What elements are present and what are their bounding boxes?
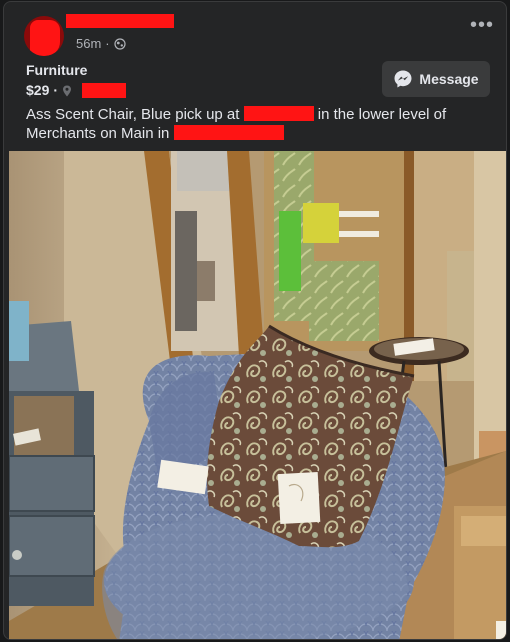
post-meta: 56m · bbox=[76, 36, 126, 51]
message-button-label: Message bbox=[419, 71, 479, 87]
price-location-row: $29 · bbox=[26, 82, 127, 98]
city-redaction bbox=[173, 125, 284, 140]
messenger-icon bbox=[393, 69, 413, 89]
listing-description: Ass Scent Chair, Blue pick up at in the … bbox=[26, 105, 486, 143]
location-redaction bbox=[82, 82, 127, 98]
chair-photo-illustration bbox=[9, 151, 506, 639]
marketplace-post-card: 56m · ••• Furniture $29 · Message Ass Sc… bbox=[3, 1, 507, 640]
map-pin-icon bbox=[62, 84, 72, 97]
description-text-1: Ass Scent Chair, Blue pick up at bbox=[26, 106, 244, 123]
pickup-location-redaction bbox=[243, 106, 314, 121]
globe-icon bbox=[114, 37, 126, 50]
listing-category: Furniture bbox=[26, 62, 88, 78]
meta-separator: · bbox=[105, 36, 110, 51]
author-name-redaction[interactable] bbox=[66, 14, 174, 28]
description-text-2: in the lower level of bbox=[313, 106, 447, 123]
listing-price: $29 bbox=[26, 82, 50, 98]
description-text-3: Merchants on Main in bbox=[26, 125, 174, 142]
post-timestamp[interactable]: 56m bbox=[76, 36, 101, 51]
avatar-redaction bbox=[30, 20, 60, 56]
message-button[interactable]: Message bbox=[382, 61, 490, 97]
listing-photo[interactable] bbox=[9, 151, 506, 639]
meta-separator: · bbox=[53, 82, 59, 98]
avatar[interactable] bbox=[24, 16, 64, 56]
more-options-icon[interactable]: ••• bbox=[470, 15, 494, 35]
post-header: 56m · ••• bbox=[4, 2, 506, 58]
